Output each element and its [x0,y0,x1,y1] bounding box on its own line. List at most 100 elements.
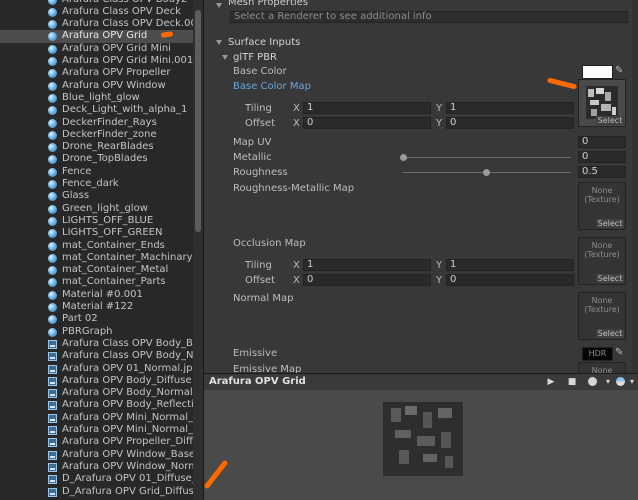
metallic-slider-track[interactable] [403,157,571,158]
asset-list-item[interactable]: Green_light_glow [0,203,193,215]
asset-list-item[interactable]: Arafura OPV Body_Diffuse [0,375,193,387]
inspector-scrollbar[interactable] [632,0,638,373]
asset-list-item[interactable]: Deck_Light_with_alpha_1 [0,104,193,116]
asset-list-item[interactable]: Fence_dark [0,178,193,190]
tiling-x-field[interactable]: 1 [303,102,431,114]
offset-x-field[interactable]: 0 [303,117,431,129]
asset-list-item[interactable]: Drone_RearBlades [0,141,193,153]
texture-icon [48,364,57,374]
surface-inputs-expand-icon[interactable] [216,40,222,45]
asset-list-item[interactable]: LIGHTS_OFF_GREEN [0,227,193,239]
asset-list-item-label: LIGHTS_OFF_BLUE [62,214,154,226]
emissive-label: Emissive [233,348,278,359]
material-ball-icon [48,290,57,300]
surface-inputs-header[interactable]: Surface Inputs [228,36,300,49]
gltf-pbr-expand-icon[interactable] [222,55,228,60]
asset-list-item-label: mat_Container_Ends [62,239,165,251]
offset-y-field[interactable]: 0 [446,117,574,129]
asset-list-item[interactable]: Arafura Class OPV Deck.001 [0,18,193,30]
asset-list-item-label: DeckerFinder_zone [62,128,157,140]
collapse-arrow-icon[interactable] [216,3,222,8]
eyedropper-icon[interactable]: ✎ [615,347,626,359]
asset-list-item[interactable]: Arafura OPV Grid Mini.001 [0,55,193,67]
asset-list-item[interactable]: Arafura OPV Propeller_Diffuse_result [0,436,193,448]
occlusion-offset-label: Offset [245,275,276,286]
asset-list-item[interactable]: Fence [0,166,193,178]
material-ball-icon [48,192,57,202]
emissive-map-slot[interactable]: None (Texture) [578,362,626,373]
asset-list-item[interactable]: Drone_TopBlades [0,153,193,165]
metallic-slider-handle[interactable] [400,154,407,161]
texture-icon [48,401,57,411]
asset-list-item[interactable]: Part 02 [0,313,193,325]
asset-list-item[interactable]: Arafura OPV Grid Mini [0,43,193,55]
dropdown-chevron-icon[interactable]: ▾ [625,375,638,389]
asset-list-item[interactable]: Arafura OPV Window_BaseColor [0,449,193,461]
texture-icon [48,450,57,460]
occlusion-offset-x-field[interactable]: 0 [303,274,431,286]
asset-list-item[interactable]: Arafura OPV Body_Reflection [0,399,193,411]
material-ball-icon [48,44,57,54]
asset-list-scroll-thumb[interactable] [195,10,201,232]
asset-list-item[interactable]: Arafura OPV Mini_Normal_result [0,424,193,436]
asset-list-item[interactable]: PBRGraph [0,326,193,338]
base-color-map-select-button[interactable]: Select [596,116,624,125]
asset-list-item[interactable]: DeckerFinder_zone [0,129,193,141]
base-color-map-slot[interactable]: Select [578,79,626,127]
asset-list-item[interactable]: Arafura Class OPV Body_BaseColor [0,338,193,350]
asset-list-item[interactable]: mat_Container_Metal [0,264,193,276]
mesh-properties-header[interactable]: Mesh Properties [228,0,308,9]
eyedropper-icon[interactable]: ✎ [615,65,626,77]
asset-list-item-label: Blue_light_glow [62,91,140,103]
texture-icon [48,438,57,448]
asset-list-item[interactable]: Arafura OPV Body_Normal [0,387,193,399]
asset-list-item[interactable]: Blue_light_glow [0,92,193,104]
occlusion-tiling-x-field[interactable]: 1 [303,259,431,271]
asset-list-item[interactable]: LIGHTS_OFF_BLUE [0,215,193,227]
asset-list-item[interactable]: Arafura OPV Mini_Normal_result [0,412,193,424]
emissive-color-swatch[interactable]: HDR [582,347,613,361]
material-ball-icon [48,266,57,276]
asset-list-item[interactable]: Material #122 [0,301,193,313]
asset-list-item[interactable]: Arafura OPV Window_Normal [0,461,193,473]
asset-list-item-label: Arafura OPV Propeller_Diffuse_result [62,436,193,448]
normal-map-slot[interactable]: None (Texture) Select [578,292,626,340]
asset-list-item-label: D_Arafura OPV Grid_Diffuse_result [62,485,193,497]
material-preview-area[interactable] [204,390,638,500]
stop-icon[interactable]: ■ [565,375,579,389]
gltf-pbr-header[interactable]: glTF PBR [233,51,277,64]
asset-list-item[interactable]: mat_Container_Machinary [0,252,193,264]
normal-map-select-button[interactable]: Select [596,329,624,338]
asset-list-item[interactable]: Arafura Class OPV Deck [0,6,193,18]
occlusion-tiling-y-field[interactable]: 1 [446,259,574,271]
roughness-field[interactable]: 0.5 [578,166,626,178]
occlusion-map-slot[interactable]: None (Texture) Select [578,237,626,285]
base-color-map-label: Base Color Map [233,81,311,92]
occlusion-offset-y-field[interactable]: 0 [446,274,574,286]
base-color-swatch[interactable] [582,65,613,79]
roughness-slider-handle[interactable] [483,169,490,176]
roughness-metallic-map-label: Roughness-Metallic Map [233,183,355,194]
metallic-field[interactable]: 0 [578,151,626,163]
roughness-metallic-map-slot[interactable]: None (Texture) Select [578,182,626,230]
asset-list-item[interactable]: DeckerFinder_Rays [0,117,193,129]
occlusion-select-button[interactable]: Select [596,274,624,283]
asset-list-item[interactable]: D_Arafura OPV 01_Diffuse_result [0,473,193,485]
asset-list-item[interactable]: D_Arafura OPV Grid_Diffuse_result [0,486,193,498]
asset-list-item[interactable]: Glass [0,190,193,202]
map-uv-field[interactable]: 0 [578,136,626,148]
asset-list-item[interactable]: Arafura Class OPV Body_Normal [0,350,193,362]
asset-list-item[interactable]: Arafura OPV Window [0,80,193,92]
material-ball-icon [48,216,57,226]
play-icon[interactable]: ▶ [544,375,558,389]
asset-list-item[interactable]: mat_Container_Parts [0,276,193,288]
asset-list-item[interactable]: mat_Container_Ends [0,240,193,252]
occlusion-map-label: Occlusion Map [233,238,306,249]
asset-list-item[interactable]: Material #0.001 [0,289,193,301]
asset-list-item[interactable]: Arafura OPV 01_Normal.jpg [0,363,193,375]
light-toggle-icon[interactable] [585,375,599,389]
asset-list-item[interactable]: Arafura OPV Propeller [0,67,193,79]
none-texture-text: None (Texture) [584,186,620,204]
roughness-metallic-select-button[interactable]: Select [596,219,624,228]
tiling-y-field[interactable]: 1 [446,102,574,114]
